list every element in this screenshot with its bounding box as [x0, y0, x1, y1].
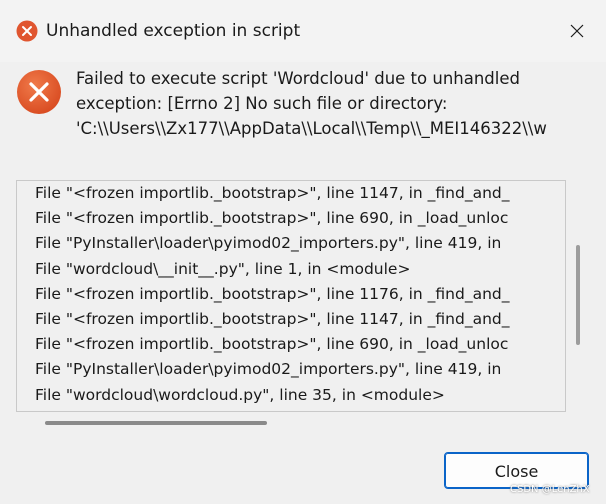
traceback-line: File "PyInstaller\loader\pyimod02_import…	[35, 234, 502, 253]
traceback-line: File "<frozen importlib._bootstrap>", li…	[35, 209, 509, 228]
window-title: Unhandled exception in script	[46, 21, 301, 41]
traceback-line: File "wordcloud\wordcloud.py", line 35, …	[35, 385, 445, 404]
error-message-line: Failed to execute script 'Wordcloud' due…	[76, 69, 520, 88]
error-icon	[16, 69, 62, 115]
error-icon	[16, 20, 38, 42]
traceback-line: File "<frozen importlib._bootstrap>", li…	[35, 184, 510, 202]
watermark: CSDN @LenZhX	[510, 484, 590, 495]
horizontal-scrollbar[interactable]	[45, 421, 267, 425]
traceback-line: File "PyInstaller\loader\pyimod02_import…	[35, 360, 502, 379]
error-message: Failed to execute script 'Wordcloud' due…	[76, 66, 606, 141]
traceback-line: File "<frozen importlib._bootstrap>", li…	[35, 309, 510, 328]
traceback-details-box[interactable]: File "<frozen importlib._bootstrap>", li…	[16, 180, 566, 412]
title-bar: Unhandled exception in script	[0, 0, 606, 62]
traceback-lines: File "<frozen importlib._bootstrap>", li…	[35, 181, 555, 408]
traceback-line: File "<frozen importlib._bootstrap>", li…	[35, 335, 509, 354]
close-icon	[570, 24, 584, 38]
traceback-line: File "wordcloud\__init__.py", line 1, in…	[35, 259, 411, 278]
error-message-line: exception: [Errno 2] No such file or dir…	[76, 94, 448, 113]
window-close-button[interactable]	[557, 14, 597, 48]
traceback-line: File "<frozen importlib._bootstrap>", li…	[35, 284, 510, 303]
vertical-scrollbar[interactable]	[576, 245, 580, 345]
error-message-line: 'C:\\Users\\Zx177\\AppData\\Local\\Temp\…	[76, 119, 547, 138]
